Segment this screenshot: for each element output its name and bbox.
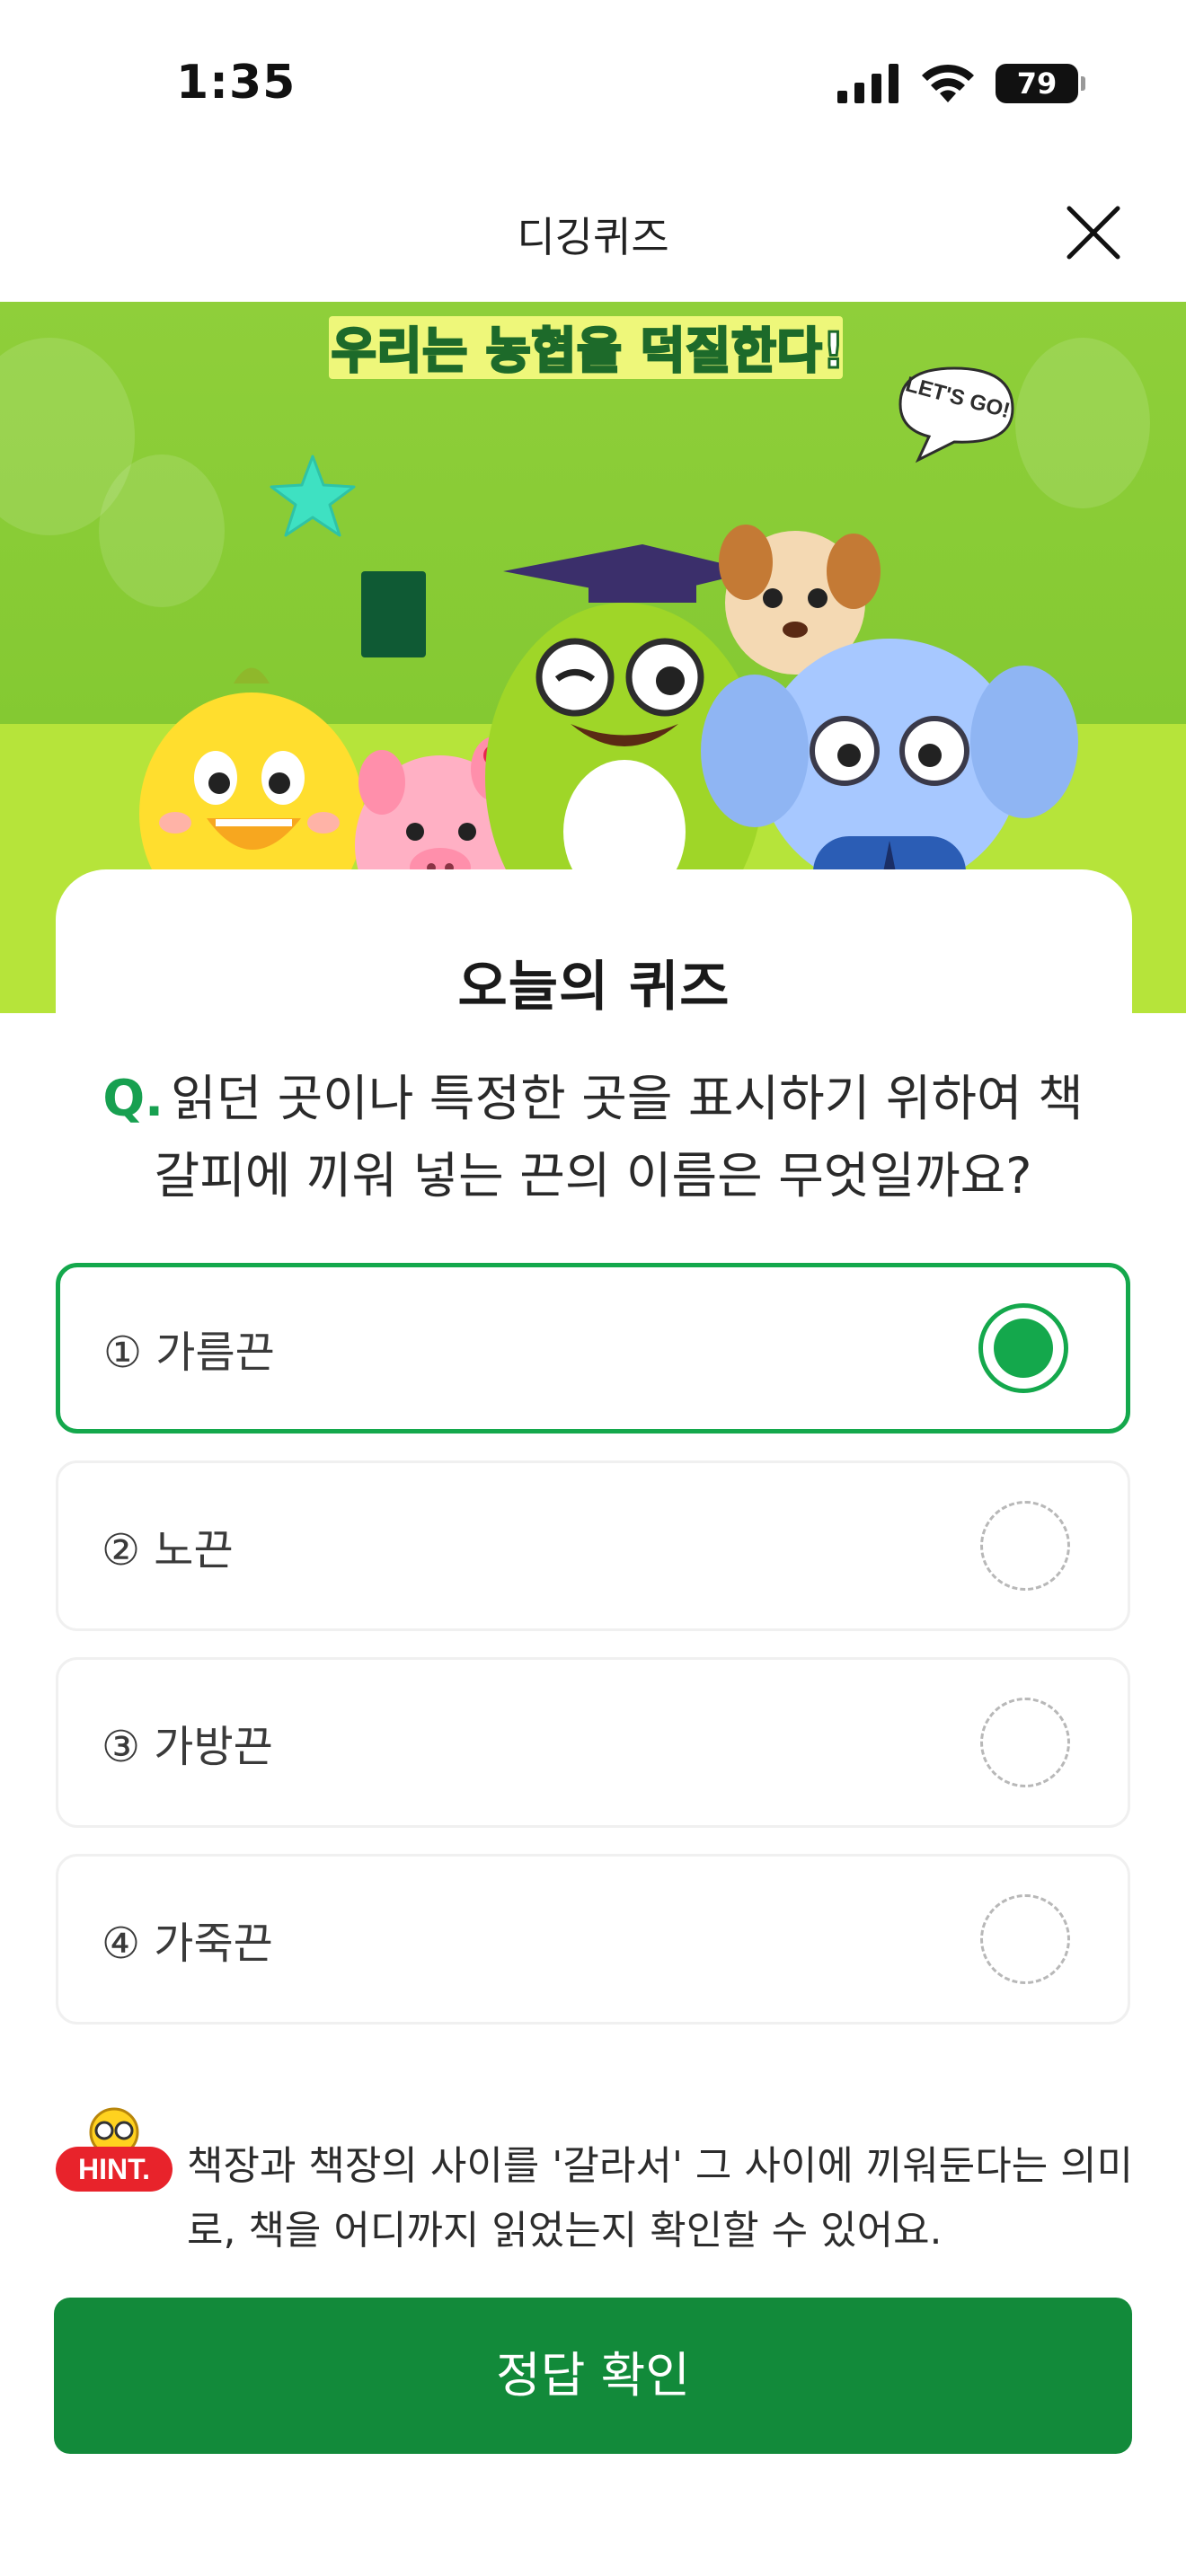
signal-icon	[837, 64, 898, 103]
page-title: 디깅퀴즈	[517, 213, 669, 261]
card-title-wrap: 오늘의 퀴즈	[56, 943, 1132, 1021]
banner-slogan: 우리는 농협을 덕질한다!	[330, 322, 846, 381]
hint-badge-label: HINT.	[78, 2153, 150, 2185]
quiz-section-title: 오늘의 퀴즈	[450, 943, 738, 1021]
hint-line-2: 로, 책을 어디까지 읽었는지 확인할 수 있어요.	[187, 2208, 943, 2254]
status-bar: 1:35 79	[0, 0, 1186, 171]
question-text-2: 갈피에 끼워 넣는 끈의 이름은 무엇일까요?	[154, 1147, 1032, 1204]
answer-option-label: ② 노끈	[102, 1525, 234, 1575]
question-text-1: 읽던 곳이나 특정한 곳을 표시하기 위하여 책	[170, 1070, 1084, 1127]
wifi-icon	[922, 64, 974, 102]
answer-option-3[interactable]: ③ 가방끈	[56, 1657, 1130, 1828]
radio-unselected-icon[interactable]	[980, 1894, 1070, 1984]
hint-text: 책장과 책장의 사이를 '갈라서' 그 사이에 끼워둔다는 의미 로, 책을 어…	[187, 2134, 1139, 2263]
question-line-1: Q. 읽던 곳이나 특정한 곳을 표시하기 위하여 책	[90, 1060, 1096, 1137]
status-time: 1:35	[176, 56, 296, 110]
question-prefix: Q.	[102, 1070, 164, 1127]
quiz-page: 1:35 79 디깅퀴즈 우리는 농협을 덕질한다! LET'S GO! 오늘의…	[0, 0, 1186, 2576]
hint-badge-icon: HINT.	[56, 2107, 173, 2192]
radio-unselected-icon[interactable]	[980, 1501, 1070, 1591]
quiz-question: Q. 읽던 곳이나 특정한 곳을 표시하기 위하여 책 갈피에 끼워 넣는 끈의 …	[90, 1060, 1096, 1214]
app-header: 디깅퀴즈	[0, 171, 1186, 302]
hint-line-1: 책장과 책장의 사이를 '갈라서' 그 사이에 끼워둔다는 의미	[187, 2143, 1134, 2189]
quiz-card: 오늘의 퀴즈	[56, 869, 1132, 1019]
answer-option-4[interactable]: ④ 가죽끈	[56, 1854, 1130, 2025]
radio-unselected-icon[interactable]	[980, 1698, 1070, 1787]
answer-option-label: ④ 가죽끈	[102, 1919, 273, 1969]
answer-option-1[interactable]: ① 가름끈	[56, 1263, 1130, 1434]
confirm-answer-button[interactable]: 정답 확인	[54, 2298, 1132, 2454]
answer-option-label: ③ 가방끈	[102, 1722, 273, 1772]
close-button[interactable]	[1062, 201, 1125, 264]
battery-icon: 79	[996, 64, 1085, 103]
answer-option-2[interactable]: ② 노끈	[56, 1460, 1130, 1631]
close-icon	[1067, 206, 1120, 260]
status-icons: 79	[837, 63, 1085, 104]
radio-selected-icon[interactable]	[978, 1303, 1068, 1393]
answer-option-label: ① 가름끈	[103, 1328, 275, 1378]
